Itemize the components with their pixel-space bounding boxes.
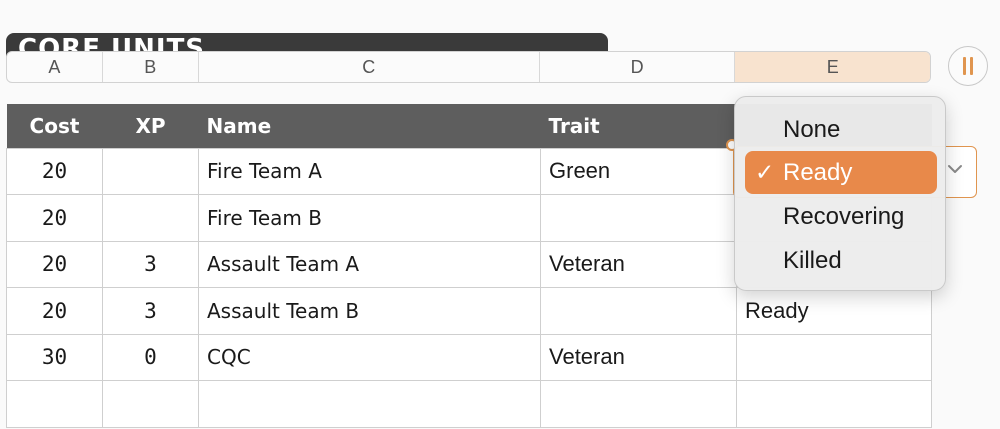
header-xp[interactable]: XP bbox=[102, 104, 199, 148]
name-cell[interactable]: Assault Team A bbox=[198, 240, 541, 288]
header-cost[interactable]: Cost bbox=[6, 104, 103, 148]
name-cell[interactable]: Assault Team B bbox=[198, 287, 541, 335]
xp-cell[interactable] bbox=[102, 147, 199, 195]
pause-icon[interactable] bbox=[948, 46, 988, 86]
xp-cell[interactable]: 3 bbox=[102, 240, 199, 288]
menu-option-none[interactable]: None bbox=[745, 108, 937, 151]
header-name[interactable]: Name bbox=[198, 104, 541, 148]
column-header-b[interactable]: B bbox=[103, 52, 199, 82]
cost-cell[interactable]: 30 bbox=[6, 333, 103, 381]
menu-option-label: Killed bbox=[783, 246, 842, 274]
trait-cell[interactable]: Veteran bbox=[540, 240, 737, 288]
menu-option-recovering[interactable]: Recovering bbox=[745, 195, 937, 238]
cost-cell[interactable] bbox=[6, 380, 103, 428]
xp-cell[interactable]: 3 bbox=[102, 287, 199, 335]
status-cell[interactable]: Ready bbox=[736, 287, 932, 335]
status-cell[interactable] bbox=[736, 333, 932, 381]
table-row: 20 3 Assault Team B Ready bbox=[6, 287, 932, 335]
chevron-down-icon[interactable] bbox=[946, 160, 964, 183]
column-header-d[interactable]: D bbox=[540, 52, 736, 82]
name-cell[interactable]: CQC bbox=[198, 333, 541, 381]
cost-cell[interactable]: 20 bbox=[6, 240, 103, 288]
cost-cell[interactable]: 20 bbox=[6, 287, 103, 335]
cost-cell[interactable]: 20 bbox=[6, 147, 103, 195]
xp-cell[interactable] bbox=[102, 380, 199, 428]
name-cell[interactable] bbox=[198, 380, 541, 428]
header-trait[interactable]: Trait bbox=[540, 104, 737, 148]
status-popup-menu: None ✓ Ready Recovering Killed bbox=[734, 96, 946, 291]
column-header-ruler: A B C D E bbox=[6, 51, 931, 83]
table-row: 30 0 CQC Veteran bbox=[6, 333, 932, 381]
menu-option-ready[interactable]: ✓ Ready bbox=[745, 151, 937, 194]
name-cell[interactable]: Fire Team A bbox=[198, 147, 541, 195]
menu-option-label: Ready bbox=[783, 158, 853, 186]
trait-cell[interactable]: Veteran bbox=[540, 333, 737, 381]
menu-option-killed[interactable]: Killed bbox=[745, 239, 937, 282]
status-cell[interactable] bbox=[736, 380, 932, 428]
trait-cell[interactable] bbox=[540, 380, 737, 428]
checkmark-icon: ✓ bbox=[755, 159, 775, 185]
xp-cell[interactable] bbox=[102, 194, 199, 242]
column-header-c[interactable]: C bbox=[199, 52, 540, 82]
menu-option-label: Recovering bbox=[783, 202, 905, 230]
xp-cell[interactable]: 0 bbox=[102, 333, 199, 381]
name-cell[interactable]: Fire Team B bbox=[198, 194, 541, 242]
column-header-e[interactable]: E bbox=[735, 52, 930, 82]
trait-cell[interactable] bbox=[540, 194, 737, 242]
cost-cell[interactable]: 20 bbox=[6, 194, 103, 242]
column-header-a[interactable]: A bbox=[7, 52, 103, 82]
menu-option-label: None bbox=[783, 115, 841, 143]
trait-cell[interactable]: Green bbox=[540, 147, 737, 195]
table-row bbox=[6, 380, 932, 428]
trait-cell[interactable] bbox=[540, 287, 737, 335]
